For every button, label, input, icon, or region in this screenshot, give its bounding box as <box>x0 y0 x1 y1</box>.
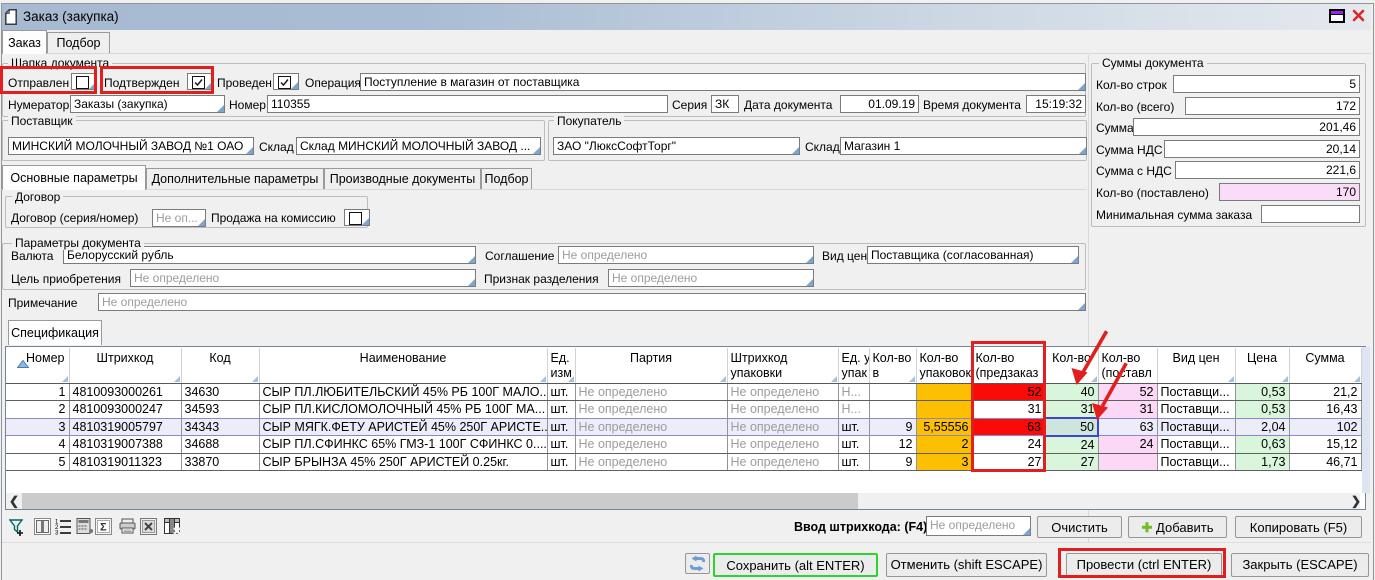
svg-text:Σ: Σ <box>100 522 107 534</box>
svg-text:3: 3 <box>55 531 59 536</box>
